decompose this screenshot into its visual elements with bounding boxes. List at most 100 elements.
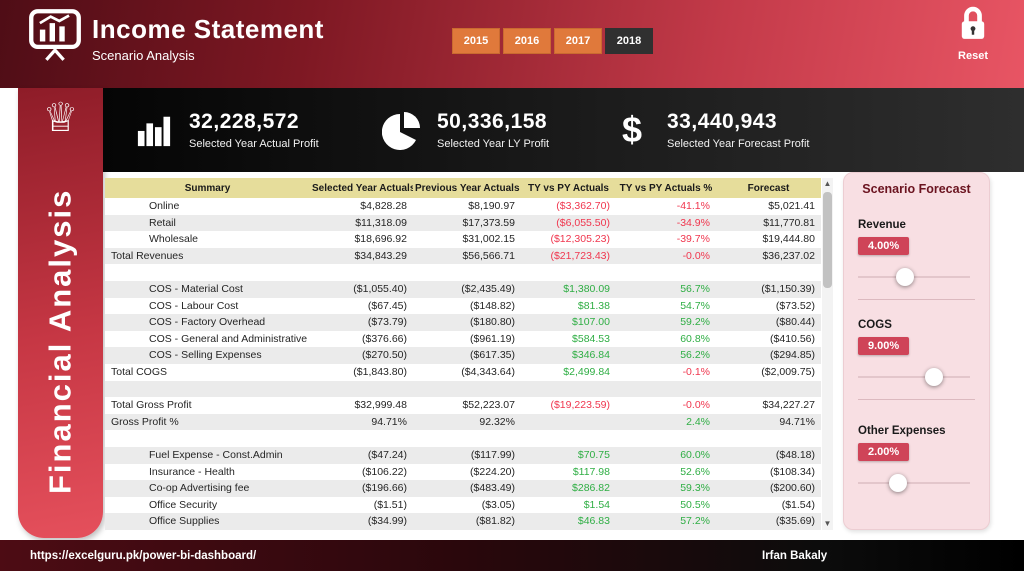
slider-value-badge: 4.00% [858, 237, 910, 255]
cell-value: ($224.20) [470, 465, 515, 478]
cell-value: ($6,055.50) [556, 216, 610, 229]
table-row[interactable]: COS - Selling Expenses ($270.50) ($617.35)… [105, 347, 821, 364]
cell-value: ($1,843.80) [353, 365, 407, 378]
column-header-ty-vs-py-actuals[interactable]: TY vs PY Actuals [521, 178, 616, 198]
table-row[interactable]: Online $4,828.28 $8,190.97 ($3,362.70) -41.1… [105, 198, 821, 215]
slider-knob[interactable] [925, 368, 944, 386]
scrollbar-thumb[interactable] [823, 192, 832, 288]
table-row[interactable]: Total Revenues $34,843.29 $56,566.71 ($21,7… [105, 247, 821, 265]
cell-value: 94.71% [371, 415, 407, 428]
footer-url[interactable]: https://excelguru.pk/power-bi-dashboard/ [30, 550, 256, 562]
table-row-blank [105, 380, 821, 398]
scroll-down-icon[interactable]: ▼ [822, 518, 833, 530]
row-label: Total Revenues [111, 249, 184, 262]
table-row[interactable]: COS - General and Administrative Ex... ($… [105, 330, 821, 348]
slider-label: COGS [858, 319, 892, 331]
table-row[interactable]: Gross Profit % 94.71% 92.32% 2.4% 94.71% [105, 413, 821, 431]
kpi-value: 33,440,943 [667, 110, 778, 133]
cell-value [616, 264, 716, 281]
cell-value [616, 381, 716, 398]
cell-value [616, 430, 716, 447]
cell-value: ($1.51) [373, 498, 407, 511]
table-row[interactable]: Wholesale $18,696.92 $31,002.15 ($12,305.23… [105, 231, 821, 248]
cell-value [521, 430, 616, 447]
scroll-up-icon[interactable]: ▲ [822, 178, 833, 190]
cell-value: $584.53 [572, 332, 610, 345]
cell-value [413, 381, 521, 398]
cell-value: -39.7% [676, 233, 710, 246]
row-label: Co-op Advertising fee [149, 482, 250, 495]
cell-value: ($483.49) [470, 482, 515, 495]
column-header-selected-year-actuals[interactable]: Selected Year Actuals [310, 178, 413, 198]
table-header-row: Summary Selected Year Actuals Previous Y… [105, 178, 821, 198]
table-row[interactable]: COS - Material Cost ($1,055.40) ($2,435.49… [105, 280, 821, 298]
table-row[interactable]: Fuel Expense - Const.Admin ($47.24) ($117.… [105, 446, 821, 464]
year-button-2015[interactable]: 2015 [452, 28, 500, 54]
income-statement-dashboard: Income Statement Scenario Analysis 2015 2… [0, 0, 1024, 571]
cell-value: $346.84 [572, 349, 610, 362]
cell-value: $34,227.27 [762, 399, 815, 412]
table-row[interactable]: COS - Factory Overhead ($73.79) ($180.80) $… [105, 314, 821, 331]
cell-value: $36,237.02 [762, 249, 815, 262]
cell-value [413, 430, 521, 447]
table-row[interactable]: Office Supplies ($34.99) ($81.82) $46.83 57.… [105, 513, 821, 530]
cell-value: ($19,223.59) [550, 399, 610, 412]
cell-value: ($4,343.64) [461, 365, 515, 378]
slider-track[interactable] [858, 367, 970, 387]
year-button-2018[interactable]: 2018 [605, 28, 653, 54]
row-label: Retail [149, 216, 176, 229]
table-scrollbar[interactable]: ▲ ▼ [822, 178, 833, 530]
cell-value [521, 264, 616, 281]
cell-value: ($294.85) [770, 349, 815, 362]
row-label: Total Gross Profit [111, 399, 192, 412]
slider-track[interactable] [858, 473, 970, 493]
table-row[interactable]: Co-op Advertising fee ($196.66) ($483.49) $… [105, 480, 821, 497]
row-label: Total COGS [111, 365, 168, 378]
panel-title: Scenario Forecast [862, 182, 971, 196]
column-header-forecast[interactable]: Forecast [716, 178, 821, 198]
cell-value: $5,021.41 [768, 200, 815, 212]
kpi-actual-profit: 32,228,572 Selected Year Actual Profit [133, 110, 319, 150]
divider [858, 299, 975, 300]
cell-value: ($196.66) [362, 482, 407, 495]
table-row-blank [105, 430, 821, 447]
row-label: Online [149, 200, 180, 212]
slider-track[interactable] [858, 267, 970, 287]
cell-value: $52,223.07 [462, 399, 515, 412]
slider-knob[interactable] [896, 268, 915, 286]
table-row[interactable]: Insurance - Health ($106.22) ($224.20) $117… [105, 463, 821, 481]
cell-value: -0.1% [682, 365, 710, 378]
cell-value [310, 381, 413, 398]
cell-value: ($81.82) [475, 515, 515, 528]
year-button-2016[interactable]: 2016 [503, 28, 551, 54]
cell-value: ($106.22) [362, 465, 407, 478]
lock-icon[interactable] [959, 6, 987, 46]
row-label: Office Supplies [149, 515, 220, 528]
cell-value: $32,999.48 [354, 399, 407, 412]
year-button-2017[interactable]: 2017 [554, 28, 602, 54]
kpi-label: Selected Year Forecast Profit [667, 138, 810, 150]
cell-value: 52.6% [680, 465, 710, 478]
table-row[interactable]: Total Gross Profit $32,999.48 $52,223.07 ($… [105, 397, 821, 414]
cell-value: ($21,723.43) [550, 249, 610, 262]
table-row[interactable]: Retail $11,318.09 $17,373.59 ($6,055.50) -34… [105, 214, 821, 232]
kpi-label: Selected Year Actual Profit [189, 138, 319, 150]
reset-label: Reset [958, 50, 988, 62]
slider-value-badge: 2.00% [858, 443, 910, 461]
cell-value: ($3.05) [481, 498, 515, 511]
column-header-summary[interactable]: Summary [105, 178, 310, 198]
scenario-forecast-panel: Scenario Forecast Revenue 4.00% COGS 9.0… [843, 172, 990, 530]
cell-value: $117.98 [572, 465, 610, 478]
cell-value: $8,190.97 [468, 200, 515, 212]
cell-value: $17,373.59 [462, 216, 515, 229]
slider-knob[interactable] [889, 474, 908, 492]
column-header-ty-vs-py-actuals-pct[interactable]: TY vs PY Actuals % [616, 178, 716, 198]
column-header-previous-year-actuals[interactable]: Previous Year Actuals [413, 178, 521, 198]
sidebar-title: Financial Analysis [42, 188, 78, 494]
reset-control[interactable]: Reset [948, 6, 998, 62]
kpi-ly-profit: 50,336,158 Selected Year LY Profit [381, 110, 549, 150]
table-row[interactable]: Office Security ($1.51) ($3.05) $1.54 50.5% (… [105, 496, 821, 514]
table-row[interactable]: Total COGS ($1,843.80) ($4,343.64) $2,499.8… [105, 363, 821, 381]
cell-value: ($35.69) [775, 515, 815, 528]
table-row[interactable]: COS - Labour Cost ($67.45) ($148.82) $81.38… [105, 297, 821, 315]
